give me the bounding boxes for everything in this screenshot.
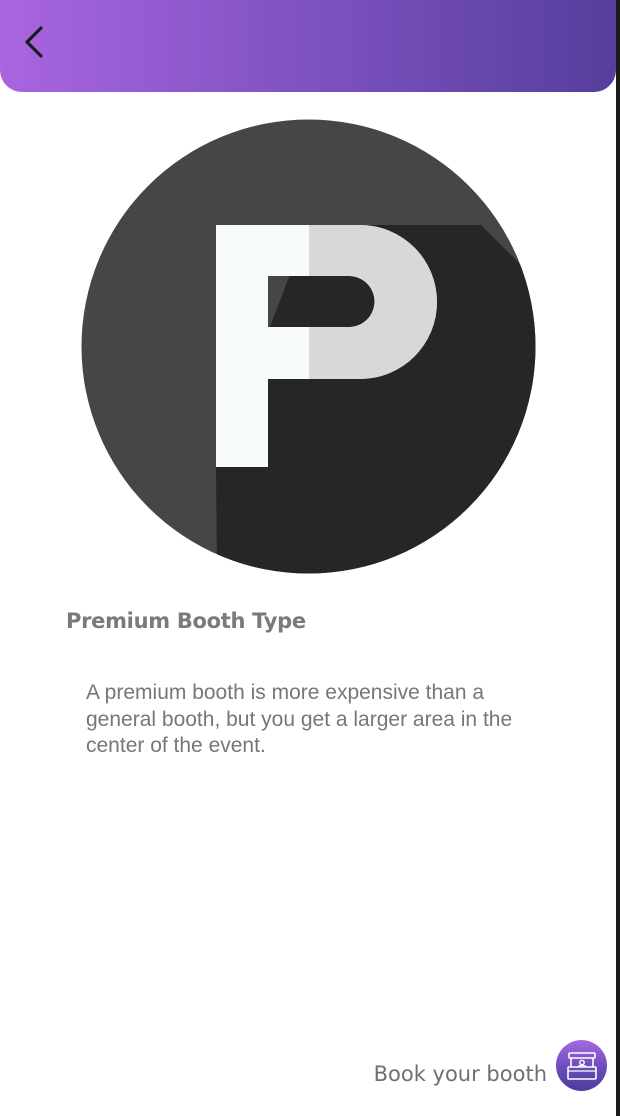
premium-parking-p-icon (81, 119, 536, 574)
app-header (0, 0, 616, 92)
screen-edge-divider (616, 0, 620, 1116)
booth-type-title: Premium Booth Type (66, 609, 306, 633)
book-booth-button[interactable] (556, 1040, 607, 1091)
chevron-left-icon (25, 26, 43, 58)
back-button[interactable] (18, 20, 58, 64)
book-booth-label[interactable]: Book your booth (374, 1062, 547, 1086)
booth-type-description: A premium booth is more expensive than a… (86, 681, 513, 757)
premium-booth-logo (81, 119, 536, 574)
booth-stand-icon (566, 1051, 597, 1080)
